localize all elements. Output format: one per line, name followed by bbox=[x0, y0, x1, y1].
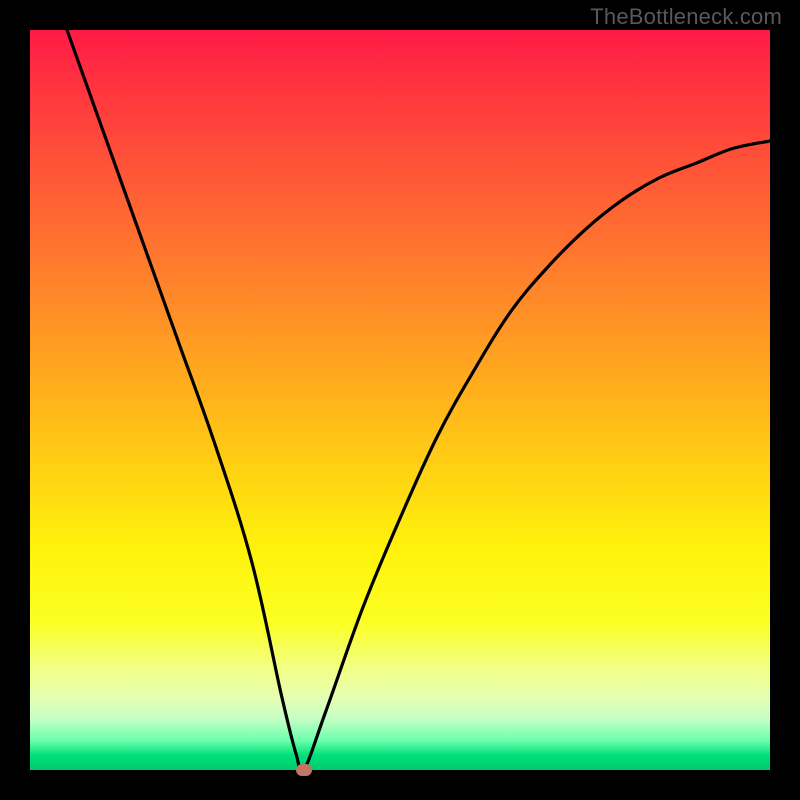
chart-stage: TheBottleneck.com bbox=[0, 0, 800, 800]
bottleneck-marker bbox=[296, 764, 312, 776]
chart-plot-area bbox=[30, 30, 770, 770]
curve-path bbox=[67, 30, 770, 770]
watermark-text: TheBottleneck.com bbox=[590, 4, 782, 30]
chart-curve bbox=[30, 30, 770, 770]
